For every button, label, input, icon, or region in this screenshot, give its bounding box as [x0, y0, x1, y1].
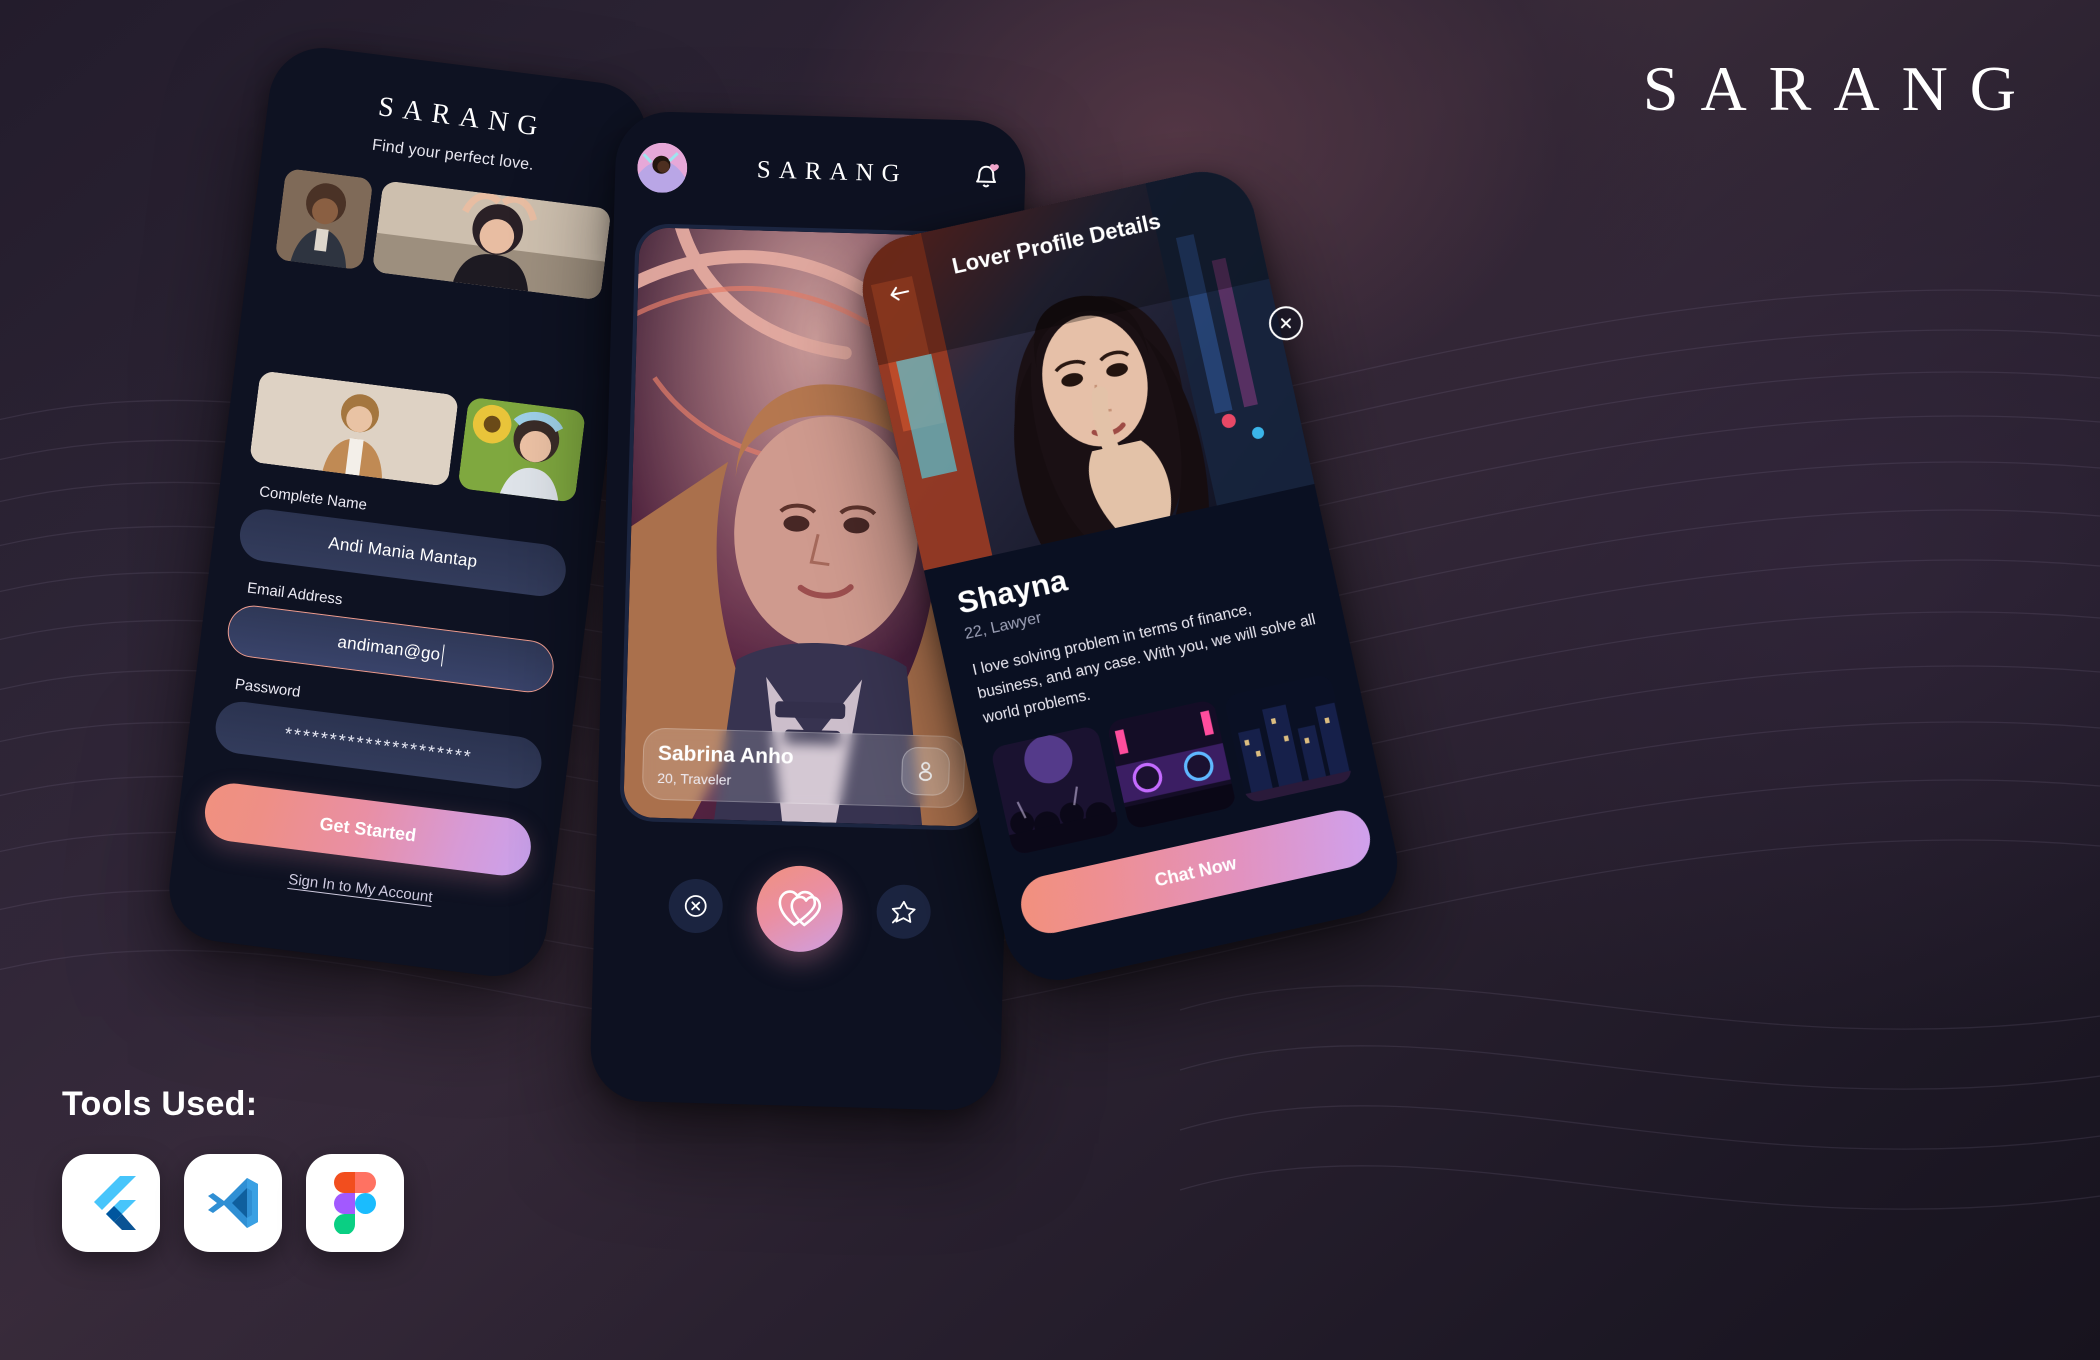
like-button[interactable] [755, 864, 844, 954]
swipe-header: SARANG [636, 137, 1004, 207]
field-password: Password ********************* [212, 674, 548, 792]
gallery-thumb-concert-crowd[interactable] [990, 725, 1121, 857]
swipe-logo: SARANG [756, 156, 909, 188]
get-started-button[interactable]: Get Started [201, 780, 535, 879]
avatar[interactable] [636, 142, 688, 194]
tools-list [62, 1154, 404, 1252]
photo-woman-hands-up [371, 180, 612, 301]
phone-signup-screen: SARANG Find your perfect love. Complete … [163, 41, 653, 983]
tools-used-section: Tools Used: [62, 1085, 404, 1252]
back-arrow-icon[interactable] [883, 277, 916, 310]
signup-photo-grid [262, 168, 612, 402]
figma-icon [306, 1154, 404, 1252]
tools-used-title: Tools Used: [62, 1085, 258, 1123]
photo-man-curly [274, 168, 374, 271]
vscode-icon [184, 1154, 282, 1252]
field-email-address: Email Address andiman@go [224, 578, 560, 696]
superlike-button[interactable] [875, 884, 932, 940]
flutter-icon [62, 1154, 160, 1252]
gallery-thumb-city-night[interactable] [1223, 673, 1354, 805]
gallery-thumb-dj-booth[interactable] [1106, 699, 1238, 831]
photo-woman-sunflower [457, 396, 586, 503]
close-circle-icon[interactable] [1268, 306, 1303, 341]
field-complete-name: Complete Name Andi Mania Mantap [236, 482, 572, 600]
profile-meta: 20, Traveler [657, 769, 732, 788]
email-value: andiman@go [336, 632, 442, 665]
poster-canvas: SARANG SARANG Find your perfect love. Co… [0, 0, 2100, 1360]
dislike-button[interactable] [667, 878, 724, 934]
person-icon[interactable] [900, 746, 951, 797]
text-caret [440, 644, 446, 667]
profile-name: Sabrina Anho [657, 742, 794, 770]
swipe-action-bar [616, 861, 984, 957]
photo-man-blazer [249, 370, 460, 487]
poster-brand-wordmark: SARANG [1642, 53, 2038, 124]
profile-name-chip: Sabrina Anho 20, Traveler [641, 727, 966, 809]
notification-bell-icon[interactable] [969, 159, 1004, 194]
